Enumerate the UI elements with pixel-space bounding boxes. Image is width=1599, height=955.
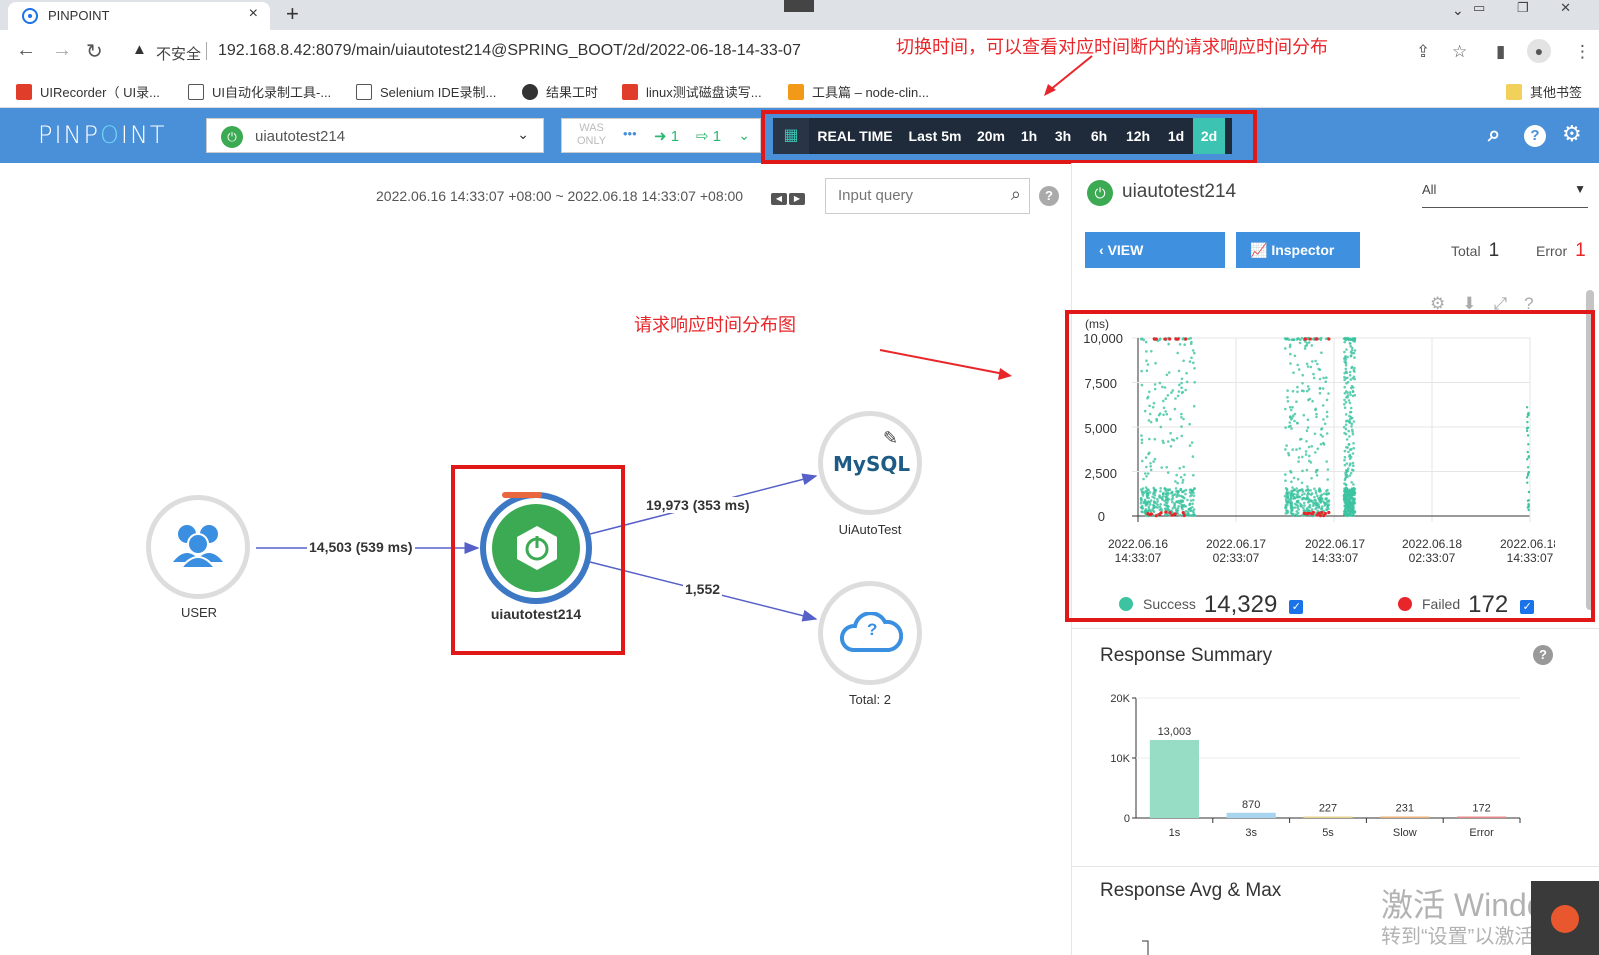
- bar-value-label: 231: [1396, 803, 1414, 815]
- total-agents: Total 1: [1451, 240, 1500, 261]
- unknown-node[interactable]: ?: [818, 581, 922, 685]
- inspector-button[interactable]: 📈 Inspector: [1236, 232, 1360, 268]
- bar-y-tick-label: 0: [1124, 813, 1130, 825]
- help-icon[interactable]: ?: [1524, 125, 1546, 147]
- bar-5s[interactable]: [1303, 816, 1353, 819]
- avg-max-chart-axis: [1142, 940, 1149, 955]
- menu-kebab-icon[interactable]: ⋮: [1574, 42, 1591, 62]
- bar-y-tick-label: 20K: [1110, 693, 1130, 705]
- profile-avatar-icon[interactable]: ●: [1527, 39, 1551, 63]
- bar-1s[interactable]: [1149, 739, 1199, 818]
- user-node-label: USER: [180, 605, 218, 620]
- folder-icon: [1506, 84, 1522, 100]
- response-summary-chart[interactable]: 20K 10K 0 13,003 1s 870 3s 227 5s 231 Slow 172 Erro…: [1100, 690, 1570, 850]
- view-servers-button[interactable]: ‹ VIEW SERVERS: [1085, 232, 1225, 294]
- bar-value-label: 870: [1242, 799, 1260, 811]
- agent-filter-value: All: [1422, 182, 1437, 197]
- response-summary-title: Response Summary: [1100, 645, 1273, 666]
- annotation-box-scatter: [1065, 310, 1595, 622]
- gear-icon[interactable]: ⚙: [1562, 121, 1582, 147]
- dolphin-icon: ✎: [883, 428, 899, 448]
- bar-value-label: 13,003: [1158, 726, 1192, 738]
- bar-category-label: Error: [1469, 827, 1494, 839]
- search-icon[interactable]: ⌕: [1488, 121, 1500, 147]
- edge-label-app-unknown[interactable]: 1,552: [683, 581, 723, 597]
- bar-y-tick-label: 10K: [1110, 753, 1130, 765]
- caret-down-icon: ▼: [1574, 182, 1586, 196]
- response-avg-max-title: Response Avg & Max: [1100, 880, 1282, 901]
- mysql-logo: MySQL: [833, 452, 911, 476]
- other-bookmarks[interactable]: 其他书签: [1506, 82, 1582, 101]
- annotation-box-app: [451, 465, 625, 655]
- users-icon: [173, 525, 223, 569]
- annotation-chart-note: 请求响应时间分布图: [634, 315, 796, 336]
- bar-category-label: 1s: [1169, 827, 1181, 839]
- bar-3s[interactable]: [1226, 812, 1276, 818]
- agent-filter-select[interactable]: All ▼: [1422, 180, 1588, 208]
- question-icon: ?: [867, 620, 878, 639]
- unknown-node-label: Total: 2: [849, 692, 891, 707]
- response-summary-help-icon[interactable]: ?: [1533, 645, 1553, 665]
- mysql-node-label: UiAutoTest: [838, 522, 902, 537]
- bar-category-label: 5s: [1322, 827, 1334, 839]
- bar-value-label: 172: [1472, 803, 1490, 815]
- bar-category-label: Slow: [1393, 827, 1417, 839]
- section-divider: [1071, 628, 1599, 629]
- tab-list-chevron-icon[interactable]: ⌄: [1452, 2, 1464, 19]
- window-controls[interactable]: ▭ ❐ ✕: [1473, 0, 1585, 16]
- bar-value-label: 227: [1319, 803, 1337, 815]
- mysql-node[interactable]: MySQL ✎: [818, 411, 922, 515]
- section-divider: [1071, 866, 1599, 867]
- edge-label-user-app[interactable]: 14,503 (539 ms): [307, 539, 415, 555]
- bar-category-label: 3s: [1245, 827, 1257, 839]
- user-node[interactable]: [146, 495, 250, 599]
- spring-boot-icon: ⏻: [1087, 180, 1113, 206]
- chart-line-icon: 📈: [1250, 242, 1268, 258]
- error-agents: Error 1: [1536, 240, 1586, 261]
- edge-label-app-mysql[interactable]: 19,973 (353 ms): [644, 497, 752, 513]
- chevron-left-icon: ‹: [1099, 242, 1104, 258]
- recorder-widget[interactable]: [1531, 881, 1599, 955]
- bookmark-star-icon[interactable]: ☆: [1452, 42, 1467, 62]
- record-icon: [1551, 905, 1579, 933]
- share-icon[interactable]: ⇪: [1416, 42, 1430, 62]
- annotation-arrow-chart: [879, 349, 1012, 380]
- bar-slow[interactable]: [1380, 816, 1430, 819]
- panel-app-name: uiautotest214: [1122, 181, 1237, 202]
- side-panel-icon[interactable]: ▮: [1496, 42, 1505, 62]
- bar-error[interactable]: [1457, 816, 1507, 819]
